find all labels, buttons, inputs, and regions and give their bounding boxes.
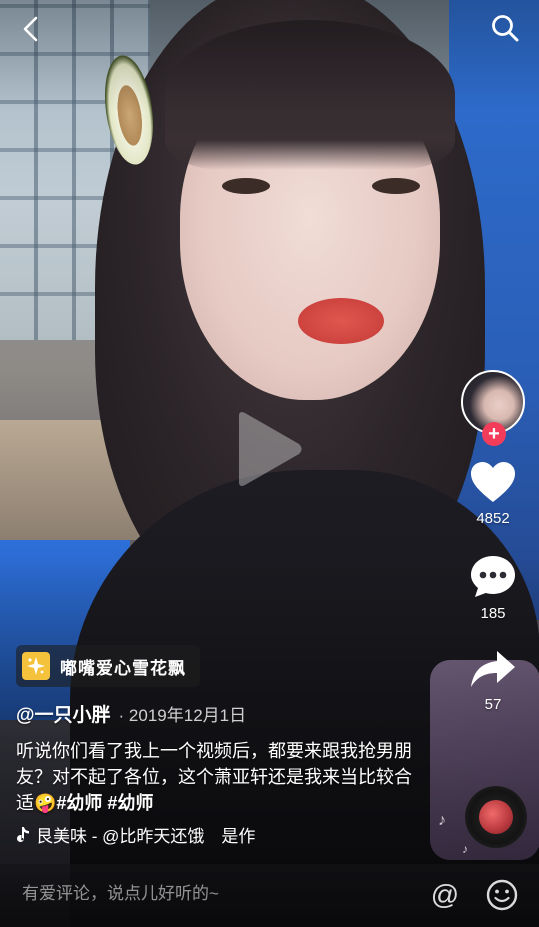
comment-button[interactable]: 185 [469,553,517,622]
music-line[interactable]: 艮美味 - @比昨天还饿 是作 [16,822,316,847]
like-count: 4852 [476,510,510,527]
sticker-label: 嘟嘴爱心雪花飘 [60,658,186,678]
tiktok-note-icon [17,826,29,842]
author-line: @一只小胖 · 2019年12月1日 [16,700,246,727]
plus-icon: + [488,423,500,445]
share-count: 57 [484,696,502,713]
music-title: 艮美味 - @比昨天还饿 是作 [36,827,256,846]
music-note-icon: ♪ [438,812,446,829]
chevron-left-icon [23,16,38,42]
emoji-button[interactable] [485,878,519,912]
comment-bubble-icon [471,556,515,597]
post-date: · 2019年12月1日 [118,706,247,725]
effect-sticker-chip[interactable]: 嘟嘴爱心雪花飘 [16,645,200,687]
action-rail: + 4852 185 57 [461,370,525,713]
author-avatar-group: + [461,370,525,446]
at-icon: @ [430,879,460,910]
follow-button[interactable]: + [482,422,506,446]
comment-bar: @ [0,864,539,927]
smiley-icon [486,879,518,911]
music-disc[interactable] [465,786,527,848]
play-icon [239,412,302,486]
comment-count: 185 [480,605,506,622]
search-button[interactable] [487,10,523,46]
post-caption: 听说你们看了我上一个视频后，都要来跟我抢男朋友？对不起了各位，这个萧亚轩还是我来… [16,738,426,816]
play-button[interactable] [233,408,305,490]
comment-input[interactable] [22,884,402,904]
heart-icon [471,462,515,502]
back-button[interactable] [14,12,48,46]
caption-emoji: 🤪 [34,793,57,813]
share-button[interactable]: 57 [469,648,517,713]
author-name[interactable]: @一只小胖 [16,700,111,727]
search-icon [492,15,519,42]
mention-button[interactable]: @ [428,878,462,912]
hashtags[interactable]: #幼师 #幼师 [56,793,153,813]
sparkle-icon [22,652,50,680]
share-arrow-icon [471,651,515,687]
like-button[interactable]: 4852 [469,460,517,527]
music-cover [479,800,513,834]
music-note-icon: ♪ [462,842,468,856]
